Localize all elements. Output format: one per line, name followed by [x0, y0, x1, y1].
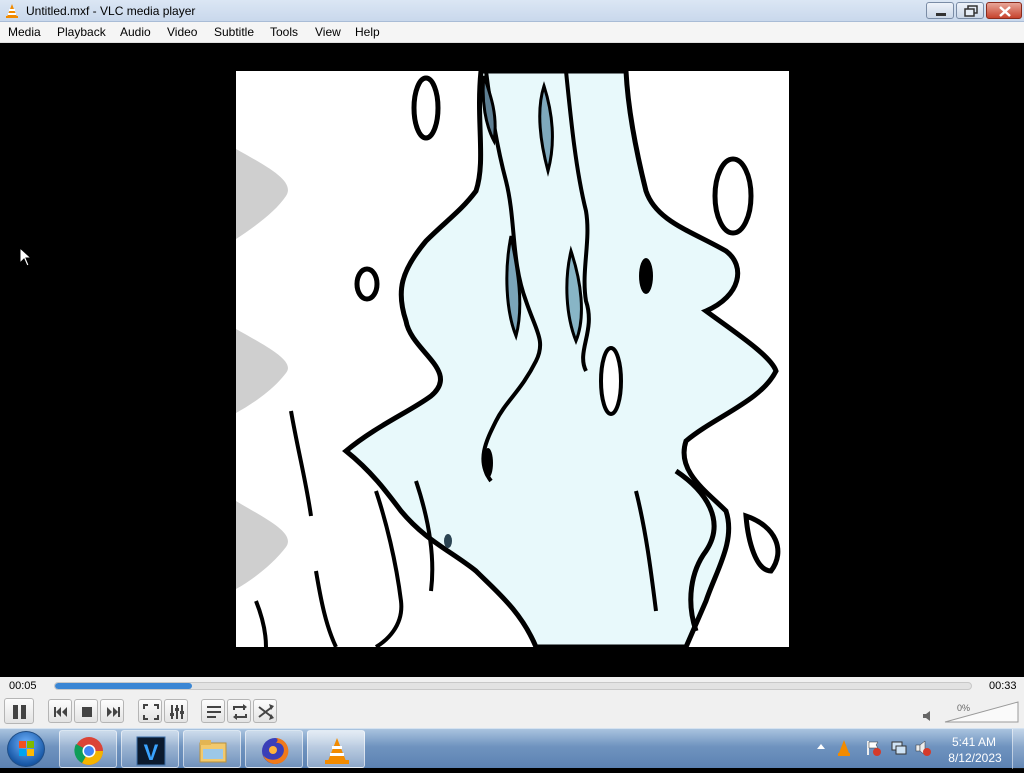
clock-date[interactable]: 8/12/2023	[944, 751, 1006, 765]
close-button[interactable]	[986, 2, 1022, 19]
stop-button[interactable]	[74, 699, 98, 723]
clock-time[interactable]: 5:41 AM	[946, 735, 1002, 749]
vegas-icon: V	[136, 736, 166, 766]
elapsed-time: 00:05	[9, 680, 37, 692]
restore-icon	[964, 5, 978, 17]
stop-icon	[82, 707, 92, 717]
loop-button[interactable]	[227, 699, 251, 723]
shuffle-icon	[258, 704, 274, 720]
taskbar: V 5:41 AM 8/12/2023	[0, 728, 1024, 769]
next-button[interactable]	[100, 699, 124, 723]
svg-text:V: V	[144, 740, 159, 765]
pause-icon	[13, 705, 26, 719]
playlist-button[interactable]	[201, 699, 225, 723]
fullscreen-icon	[143, 704, 159, 720]
taskbar-vlc[interactable]	[307, 730, 365, 768]
vlc-icon	[325, 738, 349, 764]
extended-settings-button[interactable]	[164, 699, 188, 723]
firefox-icon	[262, 737, 289, 764]
minimize-icon	[936, 13, 946, 16]
menu-playback[interactable]: Playback	[57, 25, 106, 39]
seek-row: 00:05 00:33	[0, 677, 1024, 696]
fullscreen-button[interactable]	[138, 699, 162, 723]
mouse-pointer-icon	[19, 247, 33, 267]
volume-slider[interactable]	[944, 700, 1020, 724]
total-time: 00:33	[989, 680, 1017, 692]
playlist-icon	[207, 706, 221, 718]
show-hidden-icons-icon[interactable]	[816, 741, 826, 751]
vlc-cone-icon	[6, 4, 18, 18]
close-icon	[999, 6, 1011, 17]
title-bar[interactable]: Untitled.mxf - VLC media player	[0, 0, 1024, 22]
next-icon	[107, 707, 120, 717]
show-desktop-button[interactable]	[1012, 729, 1024, 769]
taskbar-file-explorer[interactable]	[183, 730, 241, 768]
volume-muted-tray-icon[interactable]	[914, 739, 932, 757]
windows-logo-icon	[19, 741, 34, 756]
video-content-image	[236, 71, 789, 647]
extended-settings-icon	[170, 705, 184, 719]
network-icon[interactable]	[890, 739, 908, 757]
video-area[interactable]	[0, 43, 1024, 677]
video-frame	[236, 71, 789, 647]
window-title: Untitled.mxf - VLC media player	[26, 4, 196, 18]
taskbar-firefox[interactable]	[245, 730, 303, 768]
start-button[interactable]	[7, 731, 45, 767]
menu-view[interactable]: View	[315, 25, 341, 39]
menu-tools[interactable]: Tools	[270, 25, 298, 39]
action-center-flag-icon[interactable]	[864, 739, 882, 757]
seek-bar-fill	[55, 683, 193, 689]
restore-button[interactable]	[956, 2, 984, 19]
tray-vlc-icon[interactable]	[836, 739, 852, 757]
file-explorer-icon	[199, 740, 227, 763]
vlc-window: Untitled.mxf - VLC media player Media Pl…	[0, 0, 1024, 728]
menu-help[interactable]: Help	[355, 25, 380, 39]
speaker-muted-icon[interactable]	[922, 710, 934, 722]
seek-bar[interactable]	[54, 682, 972, 690]
taskbar-vegas[interactable]: V	[121, 730, 179, 768]
taskbar-chrome[interactable]	[59, 730, 117, 768]
menu-subtitle[interactable]: Subtitle	[214, 25, 254, 39]
loop-icon	[233, 704, 247, 720]
previous-button[interactable]	[48, 699, 72, 723]
chrome-icon	[74, 737, 103, 765]
menu-media[interactable]: Media	[8, 25, 41, 39]
pause-button[interactable]	[4, 698, 34, 724]
previous-icon	[54, 707, 67, 717]
menu-video[interactable]: Video	[167, 25, 197, 39]
shuffle-button[interactable]	[253, 699, 277, 723]
control-bar: 0%	[0, 696, 1024, 728]
minimize-button[interactable]	[926, 2, 954, 19]
menu-bar: Media Playback Audio Video Subtitle Tool…	[0, 22, 1024, 43]
menu-audio[interactable]: Audio	[120, 25, 151, 39]
